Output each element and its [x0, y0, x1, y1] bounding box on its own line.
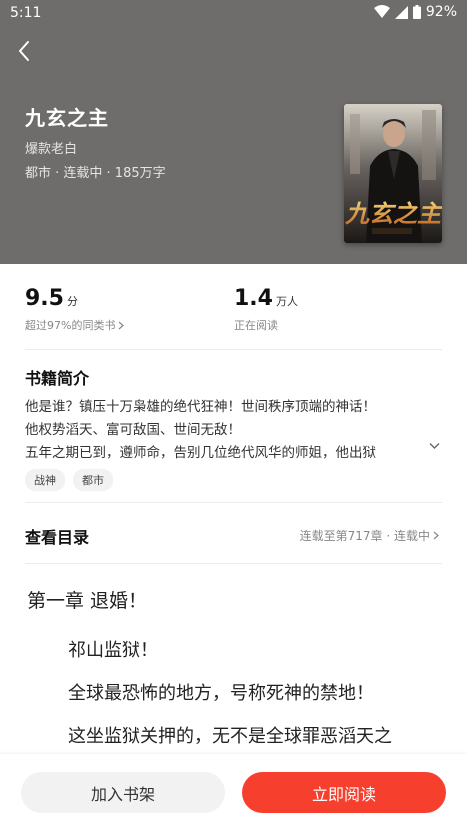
score-unit: 分	[66, 295, 78, 308]
readers-unit: 万人	[275, 295, 298, 308]
toc-status-text: 连载至第717章 · 连载中	[299, 529, 430, 543]
cell-signal-icon	[394, 5, 408, 19]
chapter-paragraph: 这坐监狱关押的，无不是全球罪恶滔天之	[68, 726, 392, 747]
book-title: 九玄之主	[25, 106, 109, 130]
divider	[25, 349, 442, 350]
chapter-paragraph: 祁山监狱！	[68, 640, 158, 661]
wifi-icon	[373, 5, 390, 18]
chapter-paragraph: 全球最恐怖的地方，号称死神的禁地！	[68, 683, 374, 704]
tag-chip[interactable]: 战神	[25, 469, 65, 491]
intro-line-3: 五年之期已到，遵师命，告别几位绝代风华的师姐，他出狱	[25, 445, 376, 461]
toc-status[interactable]: 连载至第717章 · 连载中	[300, 527, 439, 544]
divider	[25, 502, 442, 503]
battery-percent: 92%	[425, 4, 457, 20]
book-header: 九玄之主 爆款老白 都市 · 连载中 · 185万字 九玄之主	[0, 26, 467, 264]
add-to-shelf-button[interactable]: 加入书架	[21, 772, 225, 813]
status-icons: 92%	[373, 4, 457, 20]
cover-image: 九玄之主	[344, 104, 442, 243]
toc-title[interactable]: 查看目录	[25, 524, 89, 548]
chevron-left-icon	[19, 41, 29, 61]
book-meta: 都市 · 连载中 · 185万字	[25, 166, 166, 181]
bottom-action-bar: 加入书架 立即阅读	[0, 754, 467, 830]
battery-icon	[412, 5, 421, 19]
tag-chip[interactable]: 都市	[73, 469, 113, 491]
readers-value: 1.4	[234, 286, 273, 311]
intro-heading: 书籍简介	[25, 369, 90, 388]
score-stat[interactable]: 9.5 分 超过97%的同类书	[25, 286, 125, 333]
score-subtext: 超过97%的同类书	[25, 319, 116, 332]
chapter-title: 第一章 退婚！	[27, 590, 148, 612]
book-author[interactable]: 爆款老白	[25, 138, 77, 157]
chevron-right-icon	[119, 321, 125, 329]
intro-line-2: 他权势滔天、富可敌国、世间无敌！	[25, 422, 241, 438]
chevron-right-icon	[433, 531, 439, 540]
back-button[interactable]	[12, 38, 38, 64]
readers-subtext: 正在阅读	[234, 319, 278, 332]
chevron-down-icon[interactable]	[429, 442, 440, 450]
tag-list: 战神 都市	[25, 469, 113, 491]
intro-line-1: 他是谁？镇压十万枭雄的绝代狂神！世间秩序顶端的神话！	[25, 399, 376, 415]
readers-stat: 1.4 万人 正在阅读	[234, 286, 298, 333]
status-bar: 5:11 92%	[0, 0, 467, 26]
divider	[25, 563, 442, 564]
read-now-button[interactable]: 立即阅读	[242, 772, 446, 813]
cover-title: 九玄之主	[344, 200, 442, 228]
score-value: 9.5	[25, 286, 64, 311]
book-cover[interactable]: 九玄之主	[344, 104, 442, 243]
book-detail-sheet: 9.5 分 超过97%的同类书 1.4 万人 正在阅读 书籍简介 他是谁？镇压十万枭…	[0, 264, 467, 754]
status-time: 5:11	[10, 5, 42, 21]
